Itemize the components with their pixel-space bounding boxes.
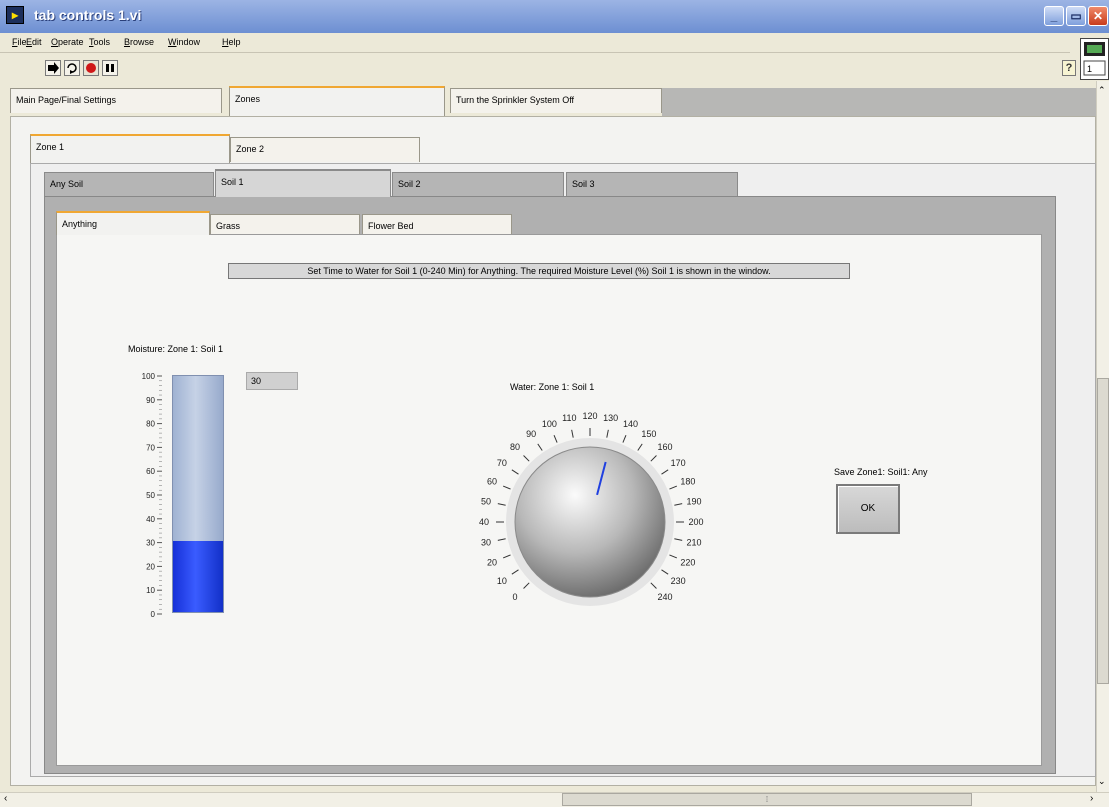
window-title: tab controls 1.vi bbox=[34, 7, 142, 23]
menu-browse[interactable]: Browse bbox=[124, 37, 154, 47]
vertical-scroll-thumb[interactable] bbox=[1097, 378, 1109, 684]
toolbar bbox=[0, 53, 1070, 81]
menu-operate[interactable]: Operate bbox=[51, 37, 84, 47]
knob-tick-label: 240 bbox=[657, 592, 672, 602]
tab-grass[interactable]: Grass bbox=[210, 214, 360, 235]
menu-file[interactable]: File bbox=[12, 37, 27, 47]
moisture-level-fill bbox=[173, 541, 223, 612]
knob-tick-label: 110 bbox=[562, 413, 576, 423]
moisture-scale-label: 30 bbox=[146, 539, 155, 548]
tab-soil-2[interactable]: Soil 2 bbox=[392, 172, 564, 197]
menu-bar bbox=[0, 33, 1070, 53]
knob-tick-label: 130 bbox=[603, 413, 618, 423]
knob-tick-label: 210 bbox=[686, 538, 701, 548]
knob-tick-label: 50 bbox=[481, 496, 491, 506]
knob-tick-label: 230 bbox=[671, 576, 686, 586]
scroll-down-icon[interactable]: ⌄ bbox=[1098, 776, 1106, 787]
moisture-scale-label: 40 bbox=[146, 515, 155, 524]
menu-edit[interactable]: Edit bbox=[26, 37, 42, 47]
moisture-scale-label: 0 bbox=[151, 610, 156, 619]
horizontal-scroll-thumb[interactable]: ⁞ bbox=[562, 793, 972, 806]
knob-tick-label: 80 bbox=[510, 442, 520, 452]
moisture-scale-label: 50 bbox=[146, 491, 155, 500]
scroll-up-icon[interactable]: ⌃ bbox=[1098, 85, 1106, 96]
minimize-icon[interactable]: _ bbox=[1044, 6, 1064, 26]
moisture-value-display: 30 bbox=[246, 372, 298, 390]
tab-any-soil[interactable]: Any Soil bbox=[44, 172, 214, 197]
tab-main-page[interactable]: Main Page/Final Settings bbox=[10, 88, 222, 113]
ok-button[interactable]: OK bbox=[836, 484, 900, 534]
connector-pane-icon[interactable]: 1 bbox=[1080, 38, 1109, 80]
svg-text:1: 1 bbox=[1087, 64, 1092, 74]
help-icon[interactable]: ? bbox=[1062, 60, 1076, 76]
instructions-text: Set Time to Water for Soil 1 (0-240 Min)… bbox=[228, 263, 850, 279]
knob-dial[interactable] bbox=[514, 446, 666, 598]
tab-flower-bed[interactable]: Flower Bed bbox=[362, 214, 512, 235]
pause-icon[interactable] bbox=[102, 60, 118, 76]
moisture-scale-label: 10 bbox=[146, 586, 155, 595]
moisture-scale-label: 90 bbox=[146, 396, 155, 405]
moisture-scale-label: 60 bbox=[146, 467, 155, 476]
knob-tick-label: 40 bbox=[479, 517, 489, 527]
menu-help[interactable]: Help bbox=[222, 37, 241, 47]
knob-tick-label: 140 bbox=[623, 419, 638, 429]
scroll-right-icon[interactable]: › bbox=[1090, 793, 1093, 804]
knob-tick-label: 10 bbox=[497, 576, 507, 586]
tab-strip-filler bbox=[662, 88, 1096, 116]
knob-tick-label: 150 bbox=[641, 429, 656, 439]
knob-tick-label: 190 bbox=[686, 496, 701, 506]
tab-zones[interactable]: Zones bbox=[229, 86, 445, 116]
knob-tick-label: 70 bbox=[497, 458, 507, 468]
moisture-scale: 100 90 80 70 60 50 40 30 20 10 0 bbox=[140, 370, 176, 620]
moisture-scale-label: 70 bbox=[146, 443, 155, 452]
abort-stop-icon[interactable] bbox=[83, 60, 99, 76]
tab-zone-1[interactable]: Zone 1 bbox=[30, 134, 230, 163]
knob-tick-label: 0 bbox=[513, 592, 518, 602]
menu-tools[interactable]: Tools bbox=[89, 37, 110, 47]
knob-tick-label: 30 bbox=[481, 538, 491, 548]
knob-tick-label: 220 bbox=[680, 558, 695, 568]
scroll-left-icon[interactable]: ‹ bbox=[4, 793, 7, 804]
moisture-scale-label: 20 bbox=[146, 562, 155, 571]
moisture-tank bbox=[172, 375, 224, 613]
knob-tick-label: 170 bbox=[671, 458, 686, 468]
maximize-icon[interactable]: ▭ bbox=[1066, 6, 1086, 26]
knob-tick-label: 20 bbox=[487, 558, 497, 568]
water-knob[interactable]: 0 10 20 30 40 50 60 70 80 90 100 110 120 130 140 150 160… bbox=[460, 385, 720, 625]
tab-anything[interactable]: Anything bbox=[56, 211, 210, 235]
moisture-label: Moisture: Zone 1: Soil 1 bbox=[128, 344, 224, 354]
moisture-scale-label: 100 bbox=[142, 372, 156, 381]
tab-zone-2[interactable]: Zone 2 bbox=[230, 137, 420, 162]
knob-tick-label: 120 bbox=[582, 411, 597, 421]
menu-window[interactable]: Window bbox=[168, 37, 200, 47]
run-arrow-icon[interactable] bbox=[45, 60, 61, 76]
knob-tick-label: 160 bbox=[657, 442, 672, 452]
knob-tick-label: 90 bbox=[526, 429, 536, 439]
knob-tick-label: 60 bbox=[487, 476, 497, 486]
moisture-scale-label: 80 bbox=[146, 420, 155, 429]
labview-icon[interactable]: ▸ bbox=[6, 6, 24, 24]
tab-turn-off[interactable]: Turn the Sprinkler System Off bbox=[450, 88, 662, 113]
knob-tick-label: 200 bbox=[688, 517, 703, 527]
tab-soil-3[interactable]: Soil 3 bbox=[566, 172, 738, 197]
run-continuously-icon[interactable] bbox=[64, 60, 80, 76]
knob-tick-label: 180 bbox=[680, 476, 695, 486]
close-icon[interactable]: ✕ bbox=[1088, 6, 1108, 26]
title-bar bbox=[0, 0, 1109, 33]
tab-soil-1[interactable]: Soil 1 bbox=[215, 169, 391, 197]
knob-tick-label: 100 bbox=[542, 419, 557, 429]
save-label: Save Zone1: Soil1: Any bbox=[834, 467, 928, 477]
